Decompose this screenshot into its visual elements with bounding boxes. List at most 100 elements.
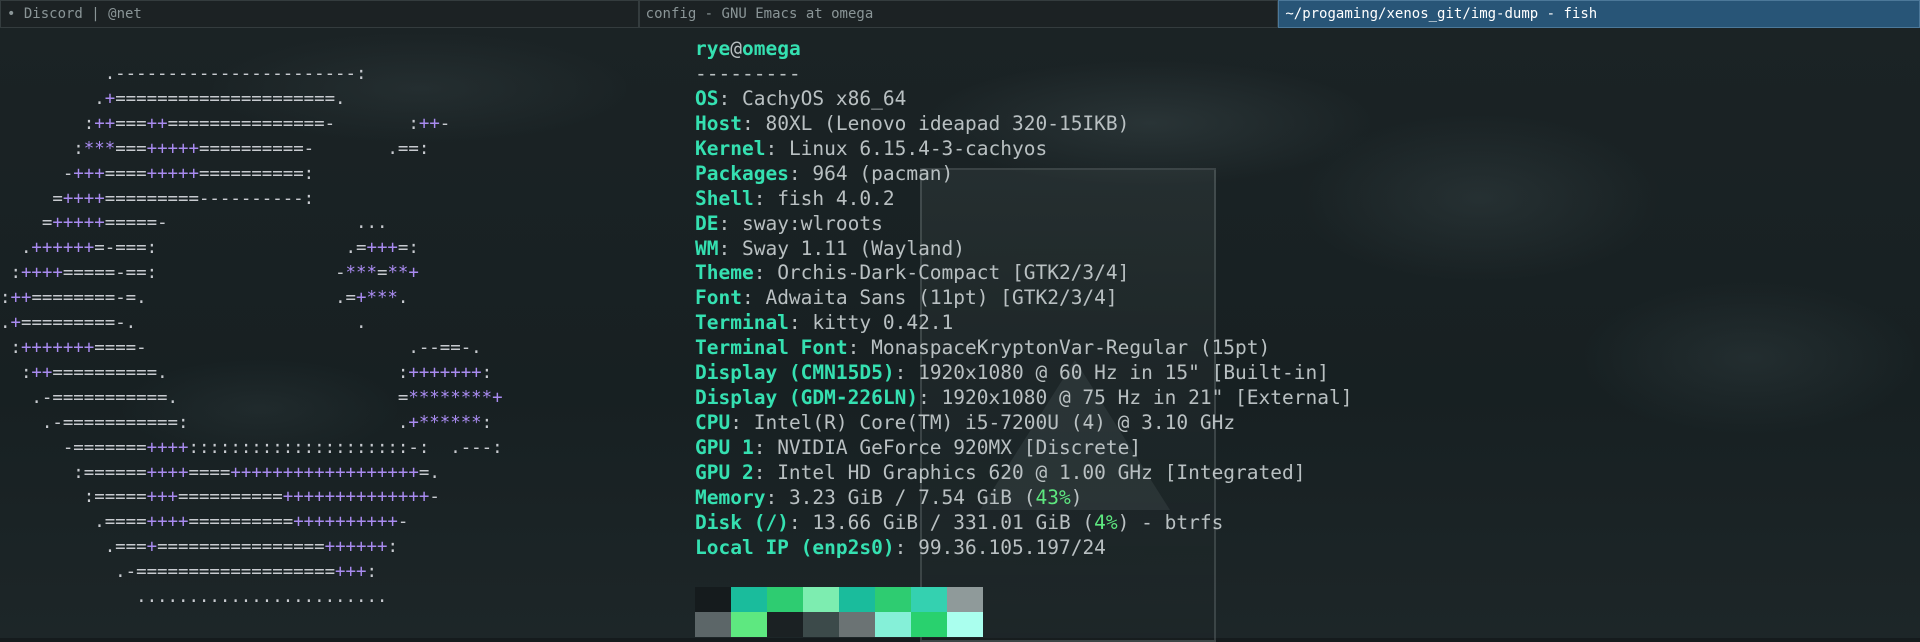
palette-swatch <box>695 587 731 612</box>
info-key: Memory <box>695 485 766 509</box>
ascii-line: ........................ <box>0 587 388 608</box>
info-value: CachyOS x86_64 <box>741 86 907 110</box>
info-key: Display (GDM-226LN) <box>695 386 919 410</box>
window-title-bar: • Discord | @net config - GNU Emacs at o… <box>0 0 1920 28</box>
window-tab-emacs[interactable]: config - GNU Emacs at omega <box>638 0 1279 28</box>
info-value: 80XL (Lenovo ideapad 320-15IKB) <box>765 111 1130 135</box>
info-row: Shell: fish 4.0.2 <box>695 186 895 210</box>
ascii-line: .===+================++++++: <box>0 537 398 558</box>
ascii-line: .++++++=-===: .=+++=: <box>0 238 419 259</box>
info-value: Intel(R) Core(TM) i5-7200U (4) @ 3.10 GH… <box>753 411 1236 435</box>
info-key: Disk (/) <box>695 510 789 534</box>
hostname: omega <box>741 37 801 60</box>
fastfetch-info: rye@omega --------- OS: CachyOS x86_64 Ho… <box>695 37 1352 561</box>
info-row: Theme: Orchis-Dark-Compact [GTK2/3/4] <box>695 261 1130 285</box>
palette-swatch <box>731 612 767 637</box>
info-row: Host: 80XL (Lenovo ideapad 320-15IKB) <box>695 111 1130 135</box>
palette-swatch <box>911 612 947 637</box>
window-tab-fish-terminal[interactable]: ~/progaming/xenos_git/img-dump - fish <box>1278 0 1920 28</box>
info-value: Linux 6.15.4-3-cachyos <box>788 136 1048 160</box>
palette-swatch <box>803 612 839 637</box>
ascii-line: =++++=========----------: <box>0 188 315 209</box>
window-tab-discord[interactable]: • Discord | @net <box>0 0 639 28</box>
info-row: Terminal: kitty 0.42.1 <box>695 311 954 335</box>
at-sign: @ <box>730 37 742 60</box>
separator-line: --------- <box>695 61 801 85</box>
ascii-line: .+=========-. . <box>0 313 367 334</box>
palette-swatch <box>695 612 731 637</box>
ascii-line: -+++====+++++==========: <box>0 163 315 184</box>
info-key: Terminal <box>695 311 789 335</box>
info-value: Adwaita Sans (11pt) [GTK2/3/4] <box>765 286 1118 310</box>
info-key: Font <box>695 286 742 310</box>
ascii-line: .+=====================. <box>0 88 346 109</box>
info-value: 3.23 GiB / 7.54 GiB ( <box>788 485 1036 509</box>
info-row-memory: Memory: 3.23 GiB / 7.54 GiB (43%) <box>695 485 1083 509</box>
ascii-line: =+++++=====- ... <box>0 213 388 234</box>
info-key: DE <box>695 211 719 235</box>
info-value: kitty 0.42.1 <box>812 311 954 335</box>
info-row: DE: sway:wlroots <box>695 211 883 235</box>
info-key: GPU 1 <box>695 436 754 459</box>
info-key: Shell <box>695 186 754 210</box>
ascii-line: .-----------------------: <box>0 64 367 84</box>
ascii-line: :======++++====++++++++++++++++++=. <box>0 462 440 483</box>
info-value: MonaspaceKryptonVar-Regular (15pt) <box>871 336 1271 360</box>
info-value-suffix: ) - btrfs <box>1117 510 1224 534</box>
info-value: sway:wlroots <box>741 211 883 235</box>
ascii-line: .-===========: .+******: <box>0 412 493 433</box>
ascii-line: :++===++===============- :++- <box>0 113 451 134</box>
palette-swatch <box>875 612 911 637</box>
ascii-line: :++==========. :+++++++: <box>0 362 493 383</box>
ascii-line: :=====+++==========++++++++++++++- <box>0 487 440 508</box>
info-key: Packages <box>695 161 789 185</box>
info-row: OS: CachyOS x86_64 <box>695 86 907 110</box>
info-row: GPU 2: Intel HD Graphics 620 @ 1.00 GHz … <box>695 460 1306 484</box>
ascii-line: :+++++++====- .--==-. <box>0 337 482 358</box>
palette-swatch <box>911 587 947 612</box>
info-key: Local IP (enp2s0) <box>695 535 895 559</box>
info-key: GPU 2 <box>695 460 754 484</box>
info-key: Theme <box>695 261 754 285</box>
info-value: NVIDIA GeForce 920MX [Discrete] <box>777 436 1142 459</box>
info-value: 13.66 GiB / 331.01 GiB ( <box>812 510 1095 534</box>
ascii-line: .====++++==========++++++++++- <box>0 512 409 533</box>
palette-swatch <box>767 612 803 637</box>
info-row-local-ip: Local IP (enp2s0): 99.36.105.197/24 <box>695 535 1106 559</box>
info-value: 964 (pacman) <box>812 161 954 185</box>
info-key: CPU <box>695 411 731 435</box>
info-row: WM: Sway 1.11 (Wayland) <box>695 236 966 260</box>
info-row: Packages: 964 (pacman) <box>695 161 954 185</box>
ascii-line: :++++=====-==: -***=**+ <box>0 263 419 284</box>
ascii-line: .-===========. =********+ <box>0 387 503 408</box>
ascii-line: :***===+++++==========- .==: <box>0 138 430 159</box>
palette-swatch <box>947 587 983 612</box>
info-key: Host <box>695 111 742 135</box>
info-row-disk: Disk (/): 13.66 GiB / 331.01 GiB (4%) - … <box>695 510 1224 534</box>
disk-percent: 4% <box>1094 510 1118 534</box>
info-row: Kernel: Linux 6.15.4-3-cachyos <box>695 136 1048 160</box>
palette-swatch <box>947 612 983 637</box>
info-value: 1920x1080 @ 75 Hz in 21" [External] <box>941 386 1353 410</box>
palette-swatch <box>839 612 875 637</box>
memory-percent: 43% <box>1035 485 1071 509</box>
username: rye <box>695 37 731 60</box>
info-value: Intel HD Graphics 620 @ 1.00 GHz [Integr… <box>777 460 1306 484</box>
info-key: Display (CMN15D5) <box>695 361 895 385</box>
info-row: Display (GDM-226LN): 1920x1080 @ 75 Hz i… <box>695 386 1353 410</box>
info-key: WM <box>695 236 719 260</box>
palette-swatch <box>767 587 803 612</box>
ascii-line: .-===================+++: <box>0 562 377 583</box>
info-key: Kernel <box>695 136 766 160</box>
palette-swatch <box>875 587 911 612</box>
user-host-line: rye@omega <box>695 37 1352 62</box>
info-row: Terminal Font: MonaspaceKryptonVar-Regul… <box>695 336 1271 360</box>
info-key: Terminal Font <box>695 336 848 360</box>
palette-swatch <box>839 587 875 612</box>
ascii-line: -=======++++:::::::::::::::::::::-: .---… <box>0 437 503 458</box>
info-row: GPU 1: NVIDIA GeForce 920MX [Discrete] <box>695 436 1142 459</box>
info-value: 99.36.105.197/24 <box>918 535 1106 559</box>
info-row: CPU: Intel(R) Core(TM) i5-7200U (4) @ 3.… <box>695 411 1236 435</box>
palette-swatch <box>803 587 839 612</box>
ascii-line: :++========-=. .=+***. <box>0 288 409 309</box>
